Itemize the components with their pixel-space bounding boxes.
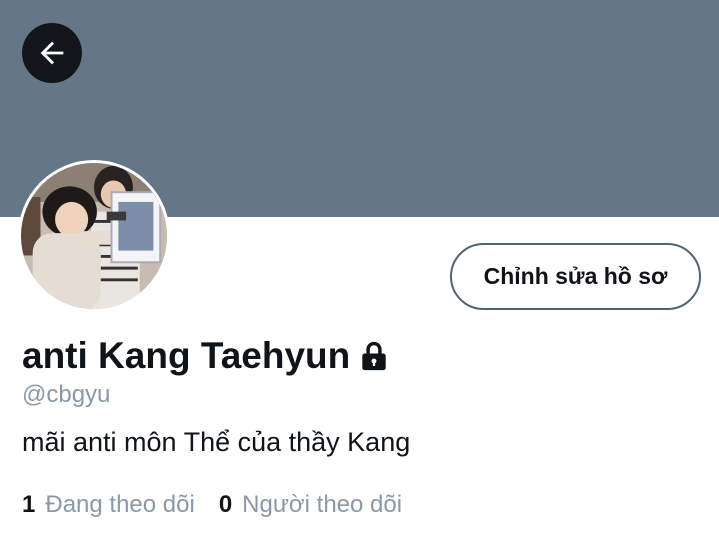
edit-profile-label: Chỉnh sửa hồ sơ <box>483 263 668 289</box>
following-count: 1 <box>22 491 36 518</box>
display-name: anti Kang Taehyun <box>22 335 351 376</box>
following-label: Đang theo dõi <box>45 491 195 518</box>
followers-stat[interactable]: 0 Người theo dõi <box>219 491 402 519</box>
lock-icon <box>359 340 389 372</box>
edit-profile-button[interactable]: Chỉnh sửa hồ sơ <box>450 243 701 310</box>
followers-label: Người theo dõi <box>242 491 403 518</box>
back-button[interactable] <box>22 23 82 83</box>
following-stat[interactable]: 1 Đang theo dõi <box>22 491 195 519</box>
avatar-photo <box>21 163 167 309</box>
avatar[interactable] <box>18 160 170 312</box>
name-row: anti Kang Taehyun <box>22 333 389 379</box>
arrow-left-icon <box>40 41 64 65</box>
followers-count: 0 <box>218 491 233 518</box>
profile-bio: mãi anti môn Thể của thầy Kang <box>22 427 411 457</box>
follow-stats: 1 Đang theo dõi 0 Người theo dõi <box>22 491 402 519</box>
user-handle: @cbgyu <box>22 381 111 408</box>
profile-page: Chỉnh sửa hồ sơ anti Kang Taehyun @cbgyu… <box>0 0 719 542</box>
